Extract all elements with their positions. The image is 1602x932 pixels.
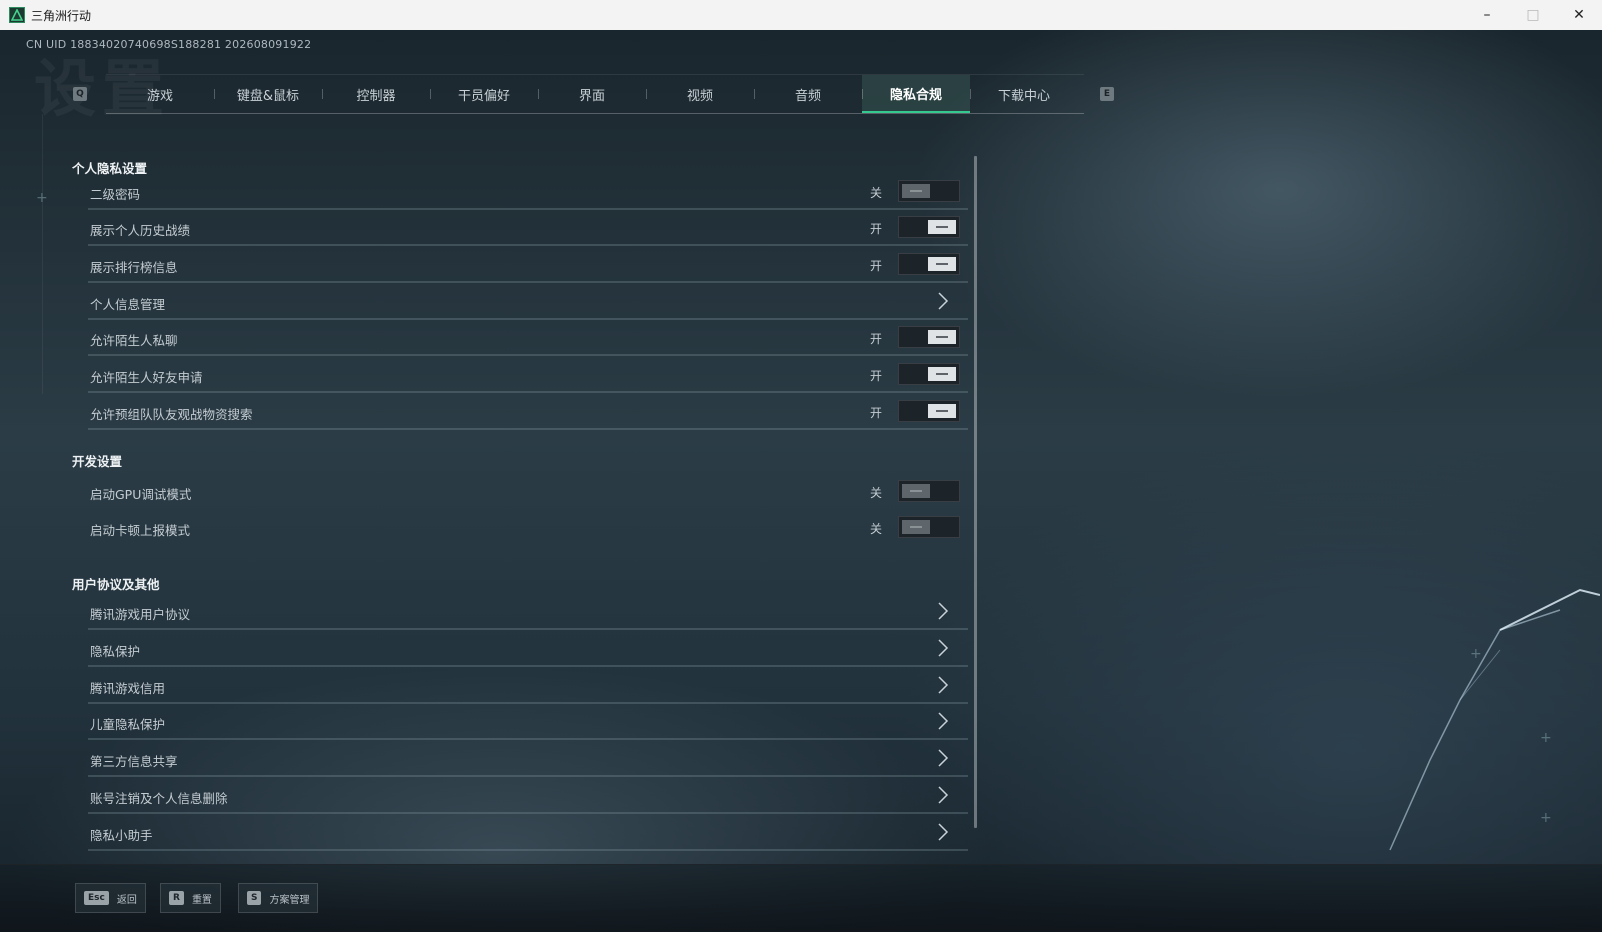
row-label: 儿童隐私保护 <box>90 717 166 732</box>
toggle-team-spectate[interactable] <box>898 400 960 422</box>
decor-line <box>42 114 43 394</box>
minimize-button[interactable]: – <box>1464 0 1510 30</box>
row-label: 启动卡顿上报模式 <box>90 523 191 538</box>
setting-row-stutter-report: 启动卡顿上报模式 关 <box>88 510 968 546</box>
row-label: 允许陌生人私聊 <box>90 333 178 348</box>
section-title-dev: 开发设置 <box>72 454 123 469</box>
tab-download-center[interactable]: 下载中心 <box>970 75 1078 113</box>
setting-row-show-ranking: 展示排行榜信息 开 <box>88 247 968 283</box>
row-state: 开 <box>870 222 883 236</box>
setting-row-team-spectate: 允许预组队队友观战物资搜索 开 <box>88 394 968 430</box>
scheme-manage-label: 方案管理 <box>269 894 310 906</box>
window-title: 三角洲行动 <box>31 8 92 23</box>
settings-tabs: 游戏 键盘&鼠标 控制器 干员偏好 界面 视频 音频 隐私合规 下载中心 <box>106 74 1084 114</box>
game-viewport: 设置 CN UID 18834020740698S188281 20260809… <box>0 30 1602 932</box>
row-label: 账号注销及个人信息删除 <box>90 791 228 806</box>
setting-row-stranger-chat: 允许陌生人私聊 开 <box>88 320 968 356</box>
row-label: 启动GPU调试模式 <box>90 487 192 502</box>
next-tab-key[interactable]: E <box>1100 87 1114 101</box>
reset-button[interactable]: R 重置 <box>160 883 221 913</box>
setting-row-stranger-friend: 允许陌生人好友申请 开 <box>88 357 968 393</box>
setting-row-child-privacy[interactable]: 儿童隐私保护 <box>88 704 968 740</box>
row-label: 腾讯游戏信用 <box>90 681 166 696</box>
setting-row-privacy-protection[interactable]: 隐私保护 <box>88 631 968 667</box>
bottom-action-bar: Esc 返回 R 重置 S 方案管理 <box>0 864 1602 932</box>
setting-row-show-history: 展示个人历史战绩 开 <box>88 210 968 246</box>
toggle-show-history[interactable] <box>898 216 960 238</box>
toggle-second-password[interactable] <box>898 180 960 202</box>
back-label: 返回 <box>116 894 137 906</box>
setting-row-user-agreement[interactable]: 腾讯游戏用户协议 <box>88 594 968 630</box>
setting-row-game-credit[interactable]: 腾讯游戏信用 <box>88 668 968 704</box>
esc-key-hint: Esc <box>84 891 109 905</box>
tab-keyboard-mouse[interactable]: 键盘&鼠标 <box>214 75 322 113</box>
setting-row-third-party-sharing[interactable]: 第三方信息共享 <box>88 741 968 777</box>
toggle-gpu-debug[interactable] <box>898 480 960 502</box>
row-state: 开 <box>870 369 883 383</box>
chevron-right-icon <box>938 712 949 730</box>
row-label: 个人信息管理 <box>90 297 166 312</box>
s-key-hint: S <box>247 891 262 905</box>
app-logo-icon <box>9 7 25 23</box>
crosshair-decor-icon: + <box>36 190 48 206</box>
uid-label: CN UID 18834020740698S188281 20260809192… <box>26 38 312 51</box>
tab-audio[interactable]: 音频 <box>754 75 862 113</box>
chevron-right-icon <box>938 749 949 767</box>
row-label: 二级密码 <box>90 187 141 202</box>
tab-controller[interactable]: 控制器 <box>322 75 430 113</box>
row-state: 关 <box>870 522 883 536</box>
row-label: 允许预组队队友观战物资搜索 <box>90 407 253 422</box>
prev-tab-key[interactable]: Q <box>73 87 87 101</box>
tab-privacy[interactable]: 隐私合规 <box>862 75 970 113</box>
tab-interface[interactable]: 界面 <box>538 75 646 113</box>
chevron-right-icon <box>938 602 949 620</box>
reset-label: 重置 <box>191 894 212 906</box>
row-state: 关 <box>870 486 883 500</box>
toggle-stutter-report[interactable] <box>898 516 960 538</box>
toggle-show-ranking[interactable] <box>898 253 960 275</box>
chevron-right-icon <box>938 786 949 804</box>
toggle-stranger-chat[interactable] <box>898 326 960 348</box>
row-label: 隐私保护 <box>90 644 141 659</box>
r-key-hint: R <box>169 891 184 905</box>
scrollbar[interactable] <box>974 156 977 828</box>
row-label: 允许陌生人好友申请 <box>90 370 203 385</box>
chevron-right-icon <box>938 823 949 841</box>
row-state: 开 <box>870 406 883 420</box>
tab-game[interactable]: 游戏 <box>106 75 214 113</box>
row-label: 第三方信息共享 <box>90 754 178 769</box>
setting-row-account-deletion[interactable]: 账号注销及个人信息删除 <box>88 778 968 814</box>
row-label: 展示排行榜信息 <box>90 260 178 275</box>
chevron-right-icon <box>938 292 949 310</box>
row-state: 开 <box>870 259 883 273</box>
lightning-decor <box>1389 588 1600 851</box>
row-state: 关 <box>870 186 883 200</box>
section-title-agreements: 用户协议及其他 <box>72 577 160 592</box>
row-label: 隐私小助手 <box>90 828 153 843</box>
maximize-button[interactable]: □ <box>1510 0 1556 30</box>
row-label: 展示个人历史战绩 <box>90 223 191 238</box>
settings-panel: 个人隐私设置 二级密码 关 展示个人历史战绩 开 展示排行榜信息 开 个人信息管… <box>72 154 968 854</box>
row-label: 腾讯游戏用户协议 <box>90 607 191 622</box>
close-button[interactable]: ✕ <box>1556 0 1602 30</box>
scheme-manage-button[interactable]: S 方案管理 <box>238 883 319 913</box>
toggle-stranger-friend[interactable] <box>898 363 960 385</box>
tab-operator-preference[interactable]: 干员偏好 <box>430 75 538 113</box>
tab-video[interactable]: 视频 <box>646 75 754 113</box>
back-button[interactable]: Esc 返回 <box>75 883 146 913</box>
chevron-right-icon <box>938 639 949 657</box>
chevron-right-icon <box>938 676 949 694</box>
row-state: 开 <box>870 332 883 346</box>
setting-row-gpu-debug: 启动GPU调试模式 关 <box>88 474 968 510</box>
setting-row-second-password: 二级密码 关 <box>88 174 968 210</box>
setting-row-personal-info[interactable]: 个人信息管理 <box>88 284 968 320</box>
setting-row-privacy-assistant[interactable]: 隐私小助手 <box>88 815 968 851</box>
window-titlebar: 三角洲行动 – □ ✕ <box>0 0 1602 31</box>
